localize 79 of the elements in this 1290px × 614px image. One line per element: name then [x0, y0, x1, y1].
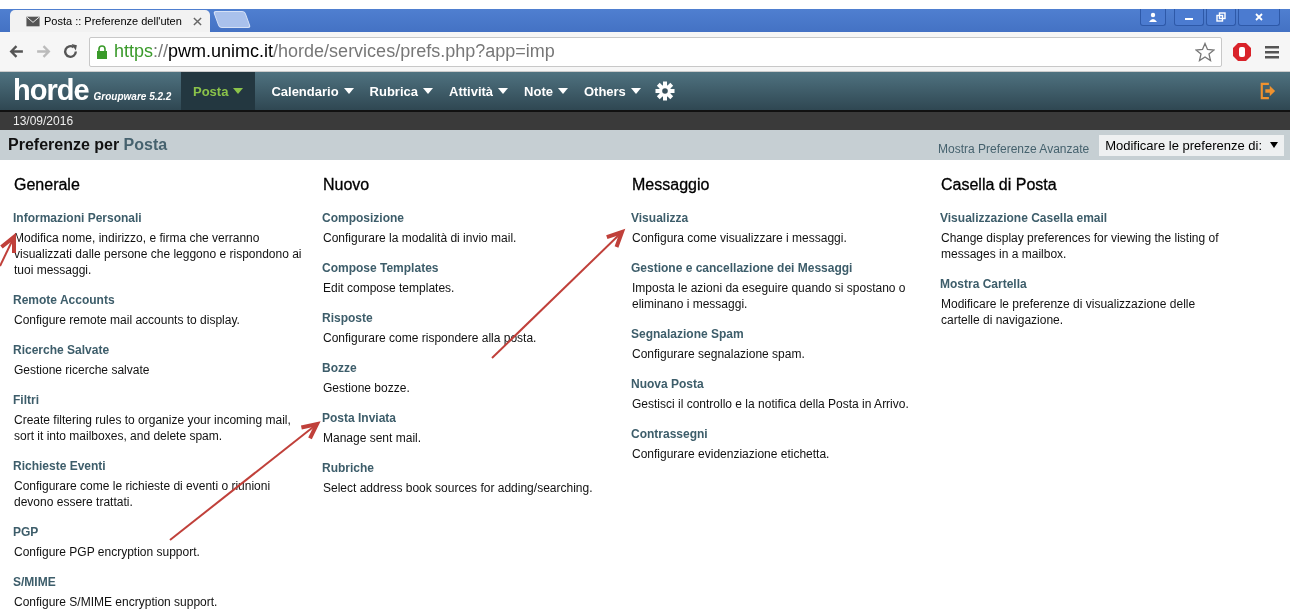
preference-description: Create filtering rules to organize your incoming mail, sort it into mailboxes, and delete spam.: [13, 412, 292, 444]
browser-tab[interactable]: Posta :: Preferenze dell'uten: [10, 10, 210, 32]
preference-link[interactable]: Richieste Eventi: [13, 459, 106, 473]
back-icon[interactable]: [8, 43, 25, 60]
preference-description: Select address book sources for adding/searching.: [322, 480, 594, 496]
reload-icon[interactable]: [62, 43, 79, 60]
caret-icon: [498, 88, 509, 94]
date-label: 13/09/2016: [13, 114, 74, 128]
preference-link[interactable]: Remote Accounts: [13, 293, 115, 307]
preference-description: Manage sent mail.: [322, 430, 423, 446]
new-tab-button[interactable]: [212, 11, 252, 28]
preference-link[interactable]: Posta Inviata: [322, 411, 397, 425]
tab-title: Posta :: Preferenze dell'uten: [44, 15, 183, 27]
close-window-button[interactable]: [1238, 9, 1280, 26]
page-title: Preferenze per Posta: [8, 136, 168, 154]
logout-icon[interactable]: [1260, 82, 1276, 100]
annotation-arrow: [0, 232, 16, 267]
preference-description: Configure remote mail accounts to display.: [13, 312, 241, 328]
section-heading: Nuovo: [323, 176, 371, 194]
menu-item[interactable]: Posta: [181, 72, 256, 110]
address-field[interactable]: https://pwm.unimc.it/horde/services/prefs.php?app=imp: [89, 36, 1222, 67]
star-icon[interactable]: [1195, 41, 1215, 62]
restore-button[interactable]: [1206, 9, 1236, 26]
horde-logo[interactable]: horde Groupware 5.2.2: [0, 72, 181, 110]
preference-link[interactable]: Nuova Posta: [631, 377, 704, 391]
preference-description: Change display preferences for viewing the listing of messages in a mailbox.: [940, 230, 1220, 262]
close-icon: [1254, 12, 1264, 22]
preference-description: Configure PGP encryption support.: [13, 544, 201, 560]
restore-icon: [1216, 12, 1226, 22]
preference-link[interactable]: Mostra Cartella: [940, 277, 1027, 291]
menu-item[interactable]: Calendario: [263, 72, 362, 110]
preference-link[interactable]: Informazioni Personali: [13, 211, 142, 225]
menu-item[interactable]: Attività: [441, 72, 517, 110]
section-heading: Generale: [14, 176, 81, 194]
preference-description: Gestisci il controllo e la notifica della Posta in Arrivo.: [631, 396, 910, 412]
preference-link[interactable]: Contrassegni: [631, 427, 708, 441]
caret-icon: [233, 88, 244, 94]
preference-link[interactable]: Rubriche: [322, 461, 374, 475]
preference-link[interactable]: Segnalazione Spam: [631, 327, 744, 341]
caret-icon: [630, 88, 641, 94]
advanced-preferences-link[interactable]: Mostra Preferenze Avanzate: [938, 141, 1090, 156]
profile-button[interactable]: [1140, 9, 1166, 26]
envelope-icon: [26, 15, 40, 27]
preference-description: Modificare le preferenze di visualizzazione delle cartelle di navigazione.: [940, 296, 1197, 328]
preference-link[interactable]: Compose Templates: [322, 261, 439, 275]
caret-icon: [1270, 142, 1278, 148]
settings-icon[interactable]: [654, 81, 675, 101]
preference-description: Configura come visualizzare i messaggi.: [631, 230, 848, 246]
preference-description: Configurare segnalazione spam.: [631, 346, 806, 362]
section-heading: Casella di Posta: [941, 176, 1058, 194]
preference-link[interactable]: Filtri: [13, 393, 39, 407]
section-heading: Messaggio: [632, 176, 711, 194]
preference-description: Gestione bozze.: [322, 380, 411, 396]
preference-link[interactable]: Visualizza: [631, 211, 689, 225]
lock-icon: [96, 44, 108, 59]
user-icon: [1148, 12, 1158, 22]
preference-description: Gestione ricerche salvate: [13, 362, 151, 378]
caret-icon: [423, 88, 433, 94]
caret-icon: [343, 88, 354, 94]
preference-description: Configurare la modalità di invio mail.: [322, 230, 518, 246]
close-icon[interactable]: [193, 16, 202, 26]
menu-item[interactable]: Note: [516, 72, 576, 110]
preference-description: Edit compose templates.: [322, 280, 456, 296]
preference-link[interactable]: Bozze: [322, 361, 357, 375]
preference-link[interactable]: Risposte: [322, 311, 373, 325]
preference-link[interactable]: Composizione: [322, 211, 404, 225]
minimize-button[interactable]: [1174, 9, 1204, 26]
preference-link[interactable]: S/MIME: [13, 575, 56, 589]
preference-description: Imposta le azioni da eseguire quando si spostano o eliminano i messaggi.: [631, 280, 907, 312]
menu-item[interactable]: Others: [575, 72, 649, 110]
preference-link[interactable]: Visualizzazione Casella email: [940, 211, 1108, 225]
preference-description: Configure S/MIME encryption support.: [13, 594, 219, 610]
preference-link[interactable]: Gestione e cancellazione dei Messaggi: [631, 261, 853, 275]
preference-link[interactable]: Ricerche Salvate: [13, 343, 110, 357]
preferences-select[interactable]: Modificare le preferenze di:: [1099, 134, 1284, 156]
caret-icon: [557, 88, 568, 94]
preference-link[interactable]: PGP: [13, 525, 39, 539]
menu-item[interactable]: Rubrica: [361, 72, 441, 110]
preference-description: Configurare evidenziazione etichetta.: [631, 446, 831, 462]
